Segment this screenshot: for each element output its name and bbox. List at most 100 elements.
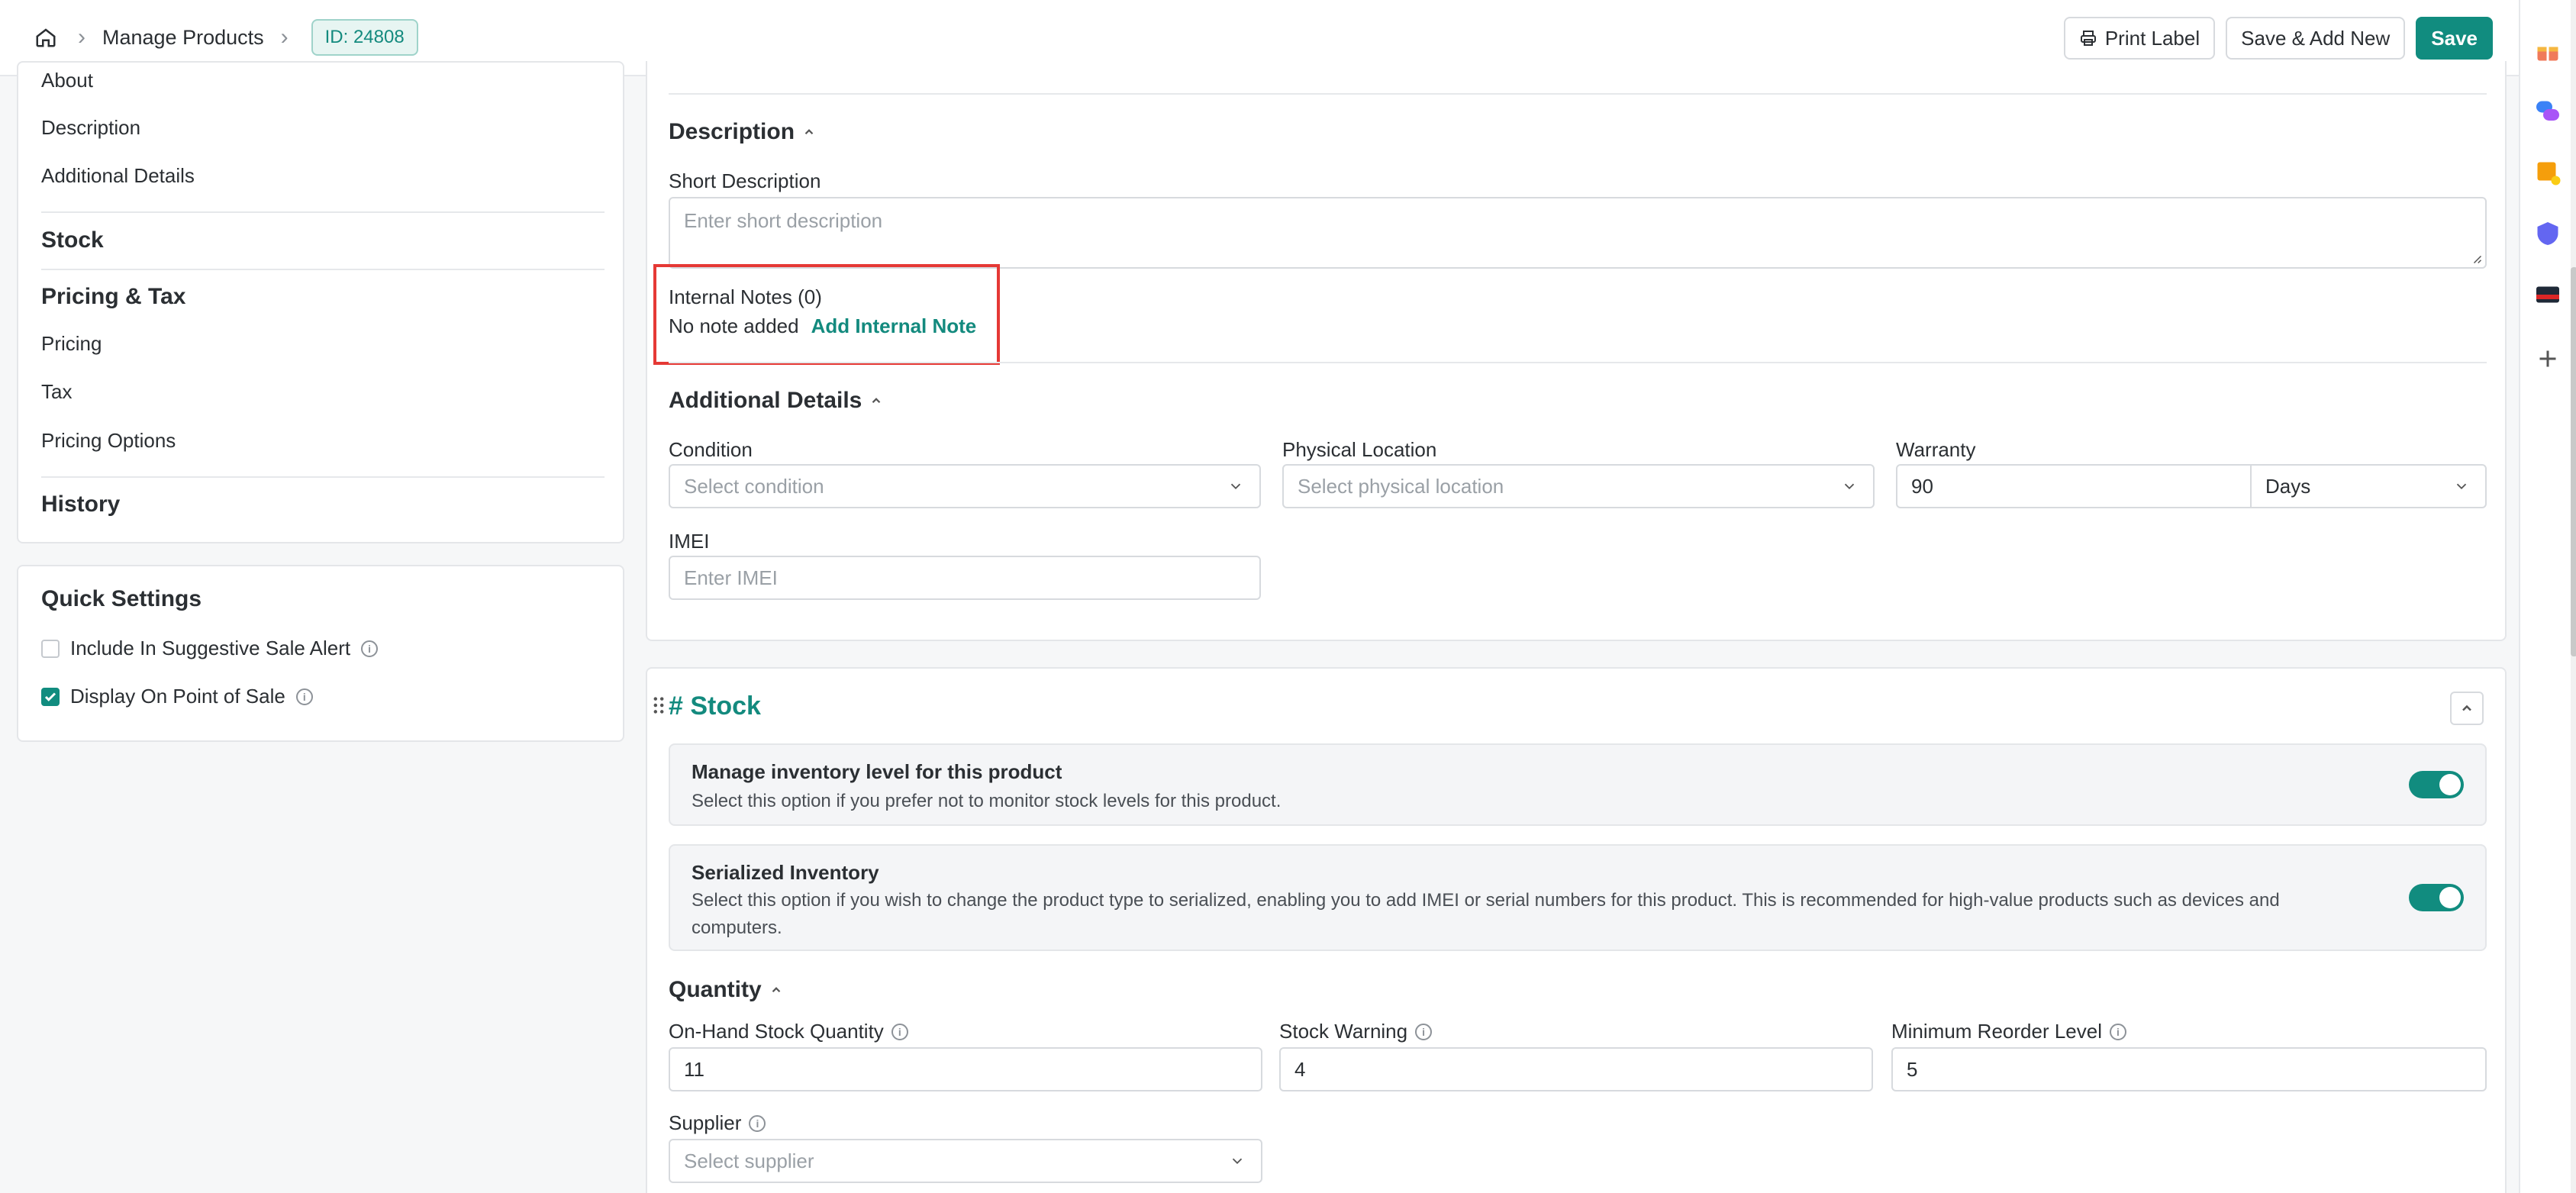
printer-icon — [2080, 31, 2096, 46]
nav-item-pricing-tax[interactable]: Pricing & Tax — [41, 284, 186, 310]
chevron-up-icon — [872, 398, 881, 404]
drag-handle-icon[interactable] — [653, 696, 664, 714]
check-icon — [44, 692, 56, 701]
chevron-right-icon: › — [78, 24, 85, 50]
warranty-value: 90 — [1911, 474, 1933, 498]
serialized-inventory-option: Serialized Inventory Select this option … — [669, 844, 2487, 951]
nav-item-tax[interactable]: Tax — [41, 380, 72, 404]
stock-card: # Stock Manage inventory level for this … — [646, 667, 2507, 1193]
chevron-down-icon — [1230, 483, 1241, 490]
chevron-down-icon — [1232, 1158, 1243, 1165]
nav-item-about[interactable]: About — [41, 69, 93, 92]
supplier-placeholder: Select supplier — [684, 1149, 814, 1172]
stock-warning-input[interactable]: 4 — [1279, 1047, 1873, 1091]
divider — [669, 93, 2487, 95]
on-hand-stock-label: On-Hand Stock Quantity — [669, 1020, 884, 1043]
imei-input[interactable]: Enter IMEI — [669, 556, 1261, 600]
info-icon[interactable]: i — [1415, 1023, 1433, 1040]
quantity-section-header[interactable]: Quantity — [669, 977, 783, 1003]
short-description-textarea[interactable]: Enter short description — [669, 197, 2487, 269]
suggestive-sale-alert-checkbox[interactable] — [41, 639, 60, 658]
nav-item-pricing-options[interactable]: Pricing Options — [41, 429, 176, 453]
scrollbar-thumb[interactable] — [2571, 267, 2576, 656]
minimum-reorder-input[interactable]: 5 — [1891, 1047, 2487, 1091]
no-note-text: No note added — [669, 314, 799, 337]
shield-icon[interactable] — [2534, 220, 2561, 247]
serialized-inventory-toggle[interactable] — [2409, 884, 2464, 911]
short-description-label: Short Description — [669, 169, 821, 192]
info-icon[interactable]: i — [361, 640, 379, 657]
divider — [41, 269, 605, 270]
stock-section-title[interactable]: # Stock — [669, 692, 761, 721]
nav-item-history[interactable]: History — [41, 492, 120, 518]
divider — [41, 211, 605, 213]
add-internal-note-link[interactable]: Add Internal Note — [811, 314, 977, 338]
serialized-inventory-desc-line2: computers. — [692, 917, 782, 938]
chat-bubbles-icon[interactable] — [2534, 98, 2561, 125]
breadcrumb-manage-products[interactable]: Manage Products — [102, 26, 264, 50]
display-on-pos-checkbox[interactable] — [41, 687, 60, 706]
warranty-unit-value: Days — [2265, 474, 2311, 498]
save-button[interactable]: Save — [2416, 17, 2493, 60]
save-and-add-new-button[interactable]: Save & Add New — [2226, 17, 2406, 60]
physical-location-placeholder: Select physical location — [1298, 474, 1504, 498]
on-hand-stock-label-row: On-Hand Stock Quantity i — [669, 1020, 908, 1043]
print-label-button[interactable]: Print Label — [2063, 17, 2216, 60]
right-extension-rail — [2519, 0, 2576, 1193]
info-icon[interactable]: i — [295, 688, 313, 705]
warranty-unit-select[interactable]: Days — [2250, 464, 2487, 508]
imei-label: IMEI — [669, 530, 710, 553]
supplier-select[interactable]: Select supplier — [669, 1139, 1262, 1183]
divider — [41, 476, 605, 478]
stock-warning-label: Stock Warning — [1279, 1020, 1408, 1043]
suggestive-sale-alert-label[interactable]: Include In Suggestive Sale Alert — [70, 637, 350, 660]
nav-item-additional-details[interactable]: Additional Details — [41, 164, 195, 188]
stock-warning-value: 4 — [1294, 1057, 1306, 1081]
chevron-up-icon — [772, 987, 780, 993]
manage-inventory-option: Manage inventory level for this product … — [669, 743, 2487, 826]
chevron-up-icon — [2462, 705, 2471, 711]
gift-icon[interactable] — [2534, 37, 2561, 64]
condition-label: Condition — [669, 438, 753, 461]
info-icon[interactable]: i — [891, 1023, 908, 1040]
suggestive-sale-alert-row: Include In Suggestive Sale Alert i — [41, 637, 379, 660]
toggle-knob — [2439, 774, 2461, 795]
chevron-up-icon — [804, 129, 814, 135]
physical-location-select[interactable]: Select physical location — [1282, 464, 1875, 508]
quantity-title: Quantity — [669, 977, 762, 1002]
plus-icon[interactable] — [2534, 345, 2561, 372]
chevron-down-icon — [2456, 483, 2467, 490]
note-icon[interactable] — [2534, 159, 2561, 186]
display-on-pos-label[interactable]: Display On Point of Sale — [70, 685, 285, 708]
on-hand-stock-value: 11 — [684, 1057, 704, 1081]
quick-settings-card: Quick Settings Include In Suggestive Sal… — [17, 565, 624, 742]
additional-details-title: Additional Details — [669, 388, 862, 413]
manage-inventory-toggle[interactable] — [2409, 771, 2464, 798]
condition-select[interactable]: Select condition — [669, 464, 1261, 508]
collapse-stock-button[interactable] — [2450, 692, 2484, 725]
display-on-pos-row: Display On Point of Sale i — [41, 685, 313, 708]
warranty-input[interactable]: 90 — [1896, 464, 2252, 508]
on-hand-stock-input[interactable]: 11 — [669, 1047, 1262, 1091]
info-icon[interactable]: i — [749, 1114, 766, 1132]
serialized-inventory-title: Serialized Inventory — [692, 861, 879, 884]
chevron-down-icon — [1844, 483, 1855, 490]
internal-notes-label: Internal Notes (0) — [669, 285, 822, 308]
card-icon[interactable] — [2534, 281, 2561, 308]
nav-item-stock[interactable]: Stock — [41, 227, 104, 253]
nav-item-pricing[interactable]: Pricing — [41, 332, 102, 356]
resize-handle-icon[interactable] — [2468, 250, 2482, 264]
additional-details-section-header[interactable]: Additional Details — [669, 388, 883, 414]
divider — [669, 362, 2487, 363]
manage-inventory-title: Manage inventory level for this product — [692, 760, 1062, 783]
supplier-label: Supplier — [669, 1111, 742, 1134]
serialized-inventory-desc-line1: Select this option if you wish to change… — [692, 890, 2280, 911]
product-details-card: Description Short Description Enter shor… — [646, 61, 2507, 641]
info-icon[interactable]: i — [2109, 1023, 2126, 1040]
description-section-header[interactable]: Description — [669, 119, 816, 145]
nav-item-description[interactable]: Description — [41, 116, 140, 140]
home-icon[interactable] — [31, 22, 61, 53]
product-id-badge: ID: 24808 — [311, 19, 418, 56]
description-title: Description — [669, 119, 795, 144]
toggle-knob — [2439, 887, 2461, 908]
